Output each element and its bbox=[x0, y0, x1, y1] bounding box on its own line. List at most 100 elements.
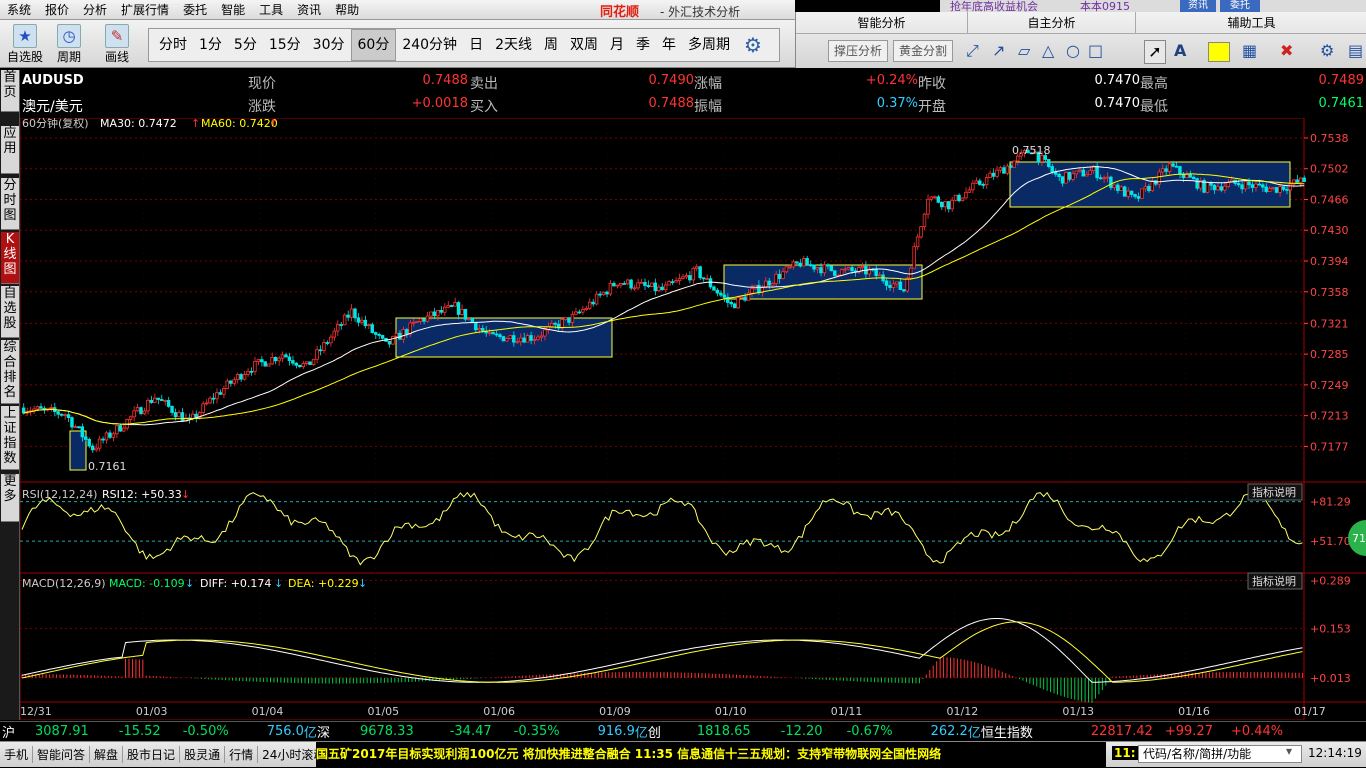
tab-home[interactable]: 首页 bbox=[1, 70, 19, 112]
candle-body bbox=[108, 432, 112, 438]
settings-gear-icon[interactable]: ⚙ bbox=[1320, 40, 1334, 62]
menu-smart[interactable]: 智能 bbox=[214, 0, 252, 20]
candle-body bbox=[94, 447, 98, 451]
candle-body bbox=[902, 289, 906, 292]
ellipse-icon[interactable]: ○ bbox=[1066, 40, 1080, 62]
period-year[interactable]: 年 bbox=[656, 30, 682, 60]
x-tick-label: 01/09 bbox=[599, 705, 631, 718]
candle-body bbox=[518, 337, 523, 343]
period-day[interactable]: 日 bbox=[463, 30, 489, 60]
menu-quote[interactable]: 报价 bbox=[38, 0, 76, 20]
bottom-tab-comment[interactable]: 解盘 bbox=[90, 746, 124, 763]
candle-body bbox=[135, 407, 140, 412]
sh-label[interactable]: 沪 bbox=[2, 722, 15, 741]
code-search-input[interactable]: 代码/名称/简拼/功能 bbox=[1138, 745, 1302, 763]
trade-button[interactable]: 委托 bbox=[1220, 0, 1260, 12]
period-week[interactable]: 周 bbox=[538, 30, 564, 60]
news-ticker[interactable]: 国五矿2017年目标实现利润100亿元 将加快推进整合融合 11:35 信息通信… bbox=[316, 742, 1106, 768]
ray-icon[interactable]: ↗ bbox=[992, 40, 1005, 62]
buy-value: 0.7488 bbox=[648, 96, 695, 111]
candle-body bbox=[615, 284, 620, 287]
candle-body bbox=[315, 349, 319, 360]
hs-label[interactable]: 恒生指数 bbox=[981, 722, 1033, 741]
tab-aux-tools[interactable]: 辅助工具 bbox=[1136, 12, 1366, 34]
more-icon[interactable]: ▤ bbox=[1348, 40, 1363, 62]
candle-body bbox=[674, 280, 678, 283]
candle-body bbox=[612, 282, 616, 287]
period-30min[interactable]: 30分 bbox=[307, 30, 351, 60]
candle-body bbox=[373, 332, 378, 335]
menu-news[interactable]: 资讯 bbox=[290, 0, 328, 20]
candle-body bbox=[984, 177, 989, 186]
draw-line-button[interactable]: ✎ 画线 bbox=[98, 22, 136, 65]
golden-section-button[interactable]: 黄金分割 bbox=[893, 40, 954, 62]
bottom-tab-mobile[interactable]: 手机 bbox=[0, 746, 34, 763]
candle-body bbox=[701, 277, 706, 280]
period-1min[interactable]: 1分 bbox=[193, 30, 228, 60]
triangle-icon[interactable]: △ bbox=[1042, 40, 1054, 62]
candle-body bbox=[567, 317, 571, 323]
self-select-button[interactable]: ★ 自选股 bbox=[6, 22, 44, 65]
tab-more[interactable]: 更多 bbox=[1, 474, 19, 522]
tab-sh-index[interactable]: 上证指数 bbox=[1, 406, 19, 470]
delete-icon[interactable]: ✖ bbox=[1280, 40, 1293, 62]
period-multi[interactable]: 多周期 bbox=[682, 30, 736, 60]
rectangle-icon[interactable]: □ bbox=[1088, 40, 1103, 62]
cy-amount: 262.2 bbox=[930, 724, 968, 739]
line-segment-icon[interactable]: ⤢ bbox=[966, 40, 979, 62]
period-button[interactable]: ◷ 周期 bbox=[50, 22, 88, 65]
candle-body bbox=[411, 321, 416, 324]
period-60min[interactable]: 60分 bbox=[350, 29, 397, 61]
candle-body bbox=[1109, 176, 1113, 188]
tab-timeshare[interactable]: 分时图 bbox=[1, 178, 19, 230]
sz-label[interactable]: 深 bbox=[317, 722, 330, 741]
menu-system[interactable]: 系统 bbox=[0, 0, 38, 20]
cy-label[interactable]: 创 bbox=[648, 722, 661, 741]
kline-chart[interactable]: 0.7538 0.7502 0.7466 0.7430 0.7394 0.7358 0.73… bbox=[20, 118, 1366, 720]
bottom-tab-diary[interactable]: 股市日记 bbox=[123, 746, 181, 763]
tab-smart-analysis[interactable]: 智能分析 bbox=[796, 12, 968, 34]
menu-help[interactable]: 帮助 bbox=[328, 0, 366, 20]
candle-body bbox=[839, 269, 844, 276]
cursor-icon[interactable]: ➚ bbox=[1144, 40, 1166, 64]
clock-icon: ◷ bbox=[57, 24, 81, 48]
period-2day[interactable]: 2天线 bbox=[489, 30, 538, 60]
symbol-code: AUDUSD bbox=[22, 73, 84, 88]
text-icon[interactable]: A bbox=[1174, 40, 1186, 62]
search-dropdown-icon[interactable]: ▾ bbox=[1286, 744, 1292, 758]
x-tick-label: 01/16 bbox=[1178, 705, 1210, 718]
candle-body bbox=[332, 330, 336, 338]
tab-ranking[interactable]: 综合排名 bbox=[1, 340, 19, 404]
period-2week[interactable]: 双周 bbox=[564, 30, 604, 60]
bottom-tab-market[interactable]: 行情 bbox=[225, 746, 259, 763]
highlight-icon[interactable]: ▦ bbox=[1242, 40, 1257, 62]
tab-apps[interactable]: 应用 bbox=[1, 126, 19, 174]
candle-body bbox=[549, 322, 554, 328]
color-swatch-icon[interactable] bbox=[1208, 42, 1230, 62]
candle-body bbox=[1074, 170, 1079, 175]
menu-extended[interactable]: 扩展行情 bbox=[114, 0, 176, 20]
period-240min[interactable]: 240分钟 bbox=[396, 30, 463, 60]
candle-body bbox=[1195, 178, 1199, 189]
tab-self-select[interactable]: 自选股 bbox=[1, 286, 19, 338]
support-resistance-button[interactable]: 撑压分析 bbox=[828, 40, 889, 62]
menu-tools[interactable]: 工具 bbox=[252, 0, 290, 20]
menu-trade[interactable]: 委托 bbox=[176, 0, 214, 20]
news-button[interactable]: 资讯 bbox=[1180, 0, 1216, 12]
menu-analysis[interactable]: 分析 bbox=[76, 0, 114, 20]
period-month[interactable]: 月 bbox=[604, 30, 630, 60]
tab-kline[interactable]: K线图 bbox=[1, 232, 19, 284]
period-timeshare[interactable]: 分时 bbox=[153, 30, 193, 60]
x-tick-label: 01/12 bbox=[947, 705, 979, 718]
bottom-tab-stockinfo[interactable]: 股灵通 bbox=[180, 746, 226, 763]
period-season[interactable]: 季 bbox=[630, 30, 656, 60]
candle-body bbox=[643, 281, 647, 286]
gear-icon[interactable]: ⚙ bbox=[744, 33, 762, 57]
bottom-tab-qa[interactable]: 智能问答 bbox=[33, 746, 91, 763]
tab-self-analysis[interactable]: 自主分析 bbox=[968, 12, 1136, 34]
period-5min[interactable]: 5分 bbox=[228, 30, 263, 60]
candle-body bbox=[1188, 174, 1192, 178]
candle-body bbox=[1278, 186, 1282, 193]
channel-icon[interactable]: ▱ bbox=[1018, 40, 1030, 62]
period-15min[interactable]: 15分 bbox=[263, 30, 307, 60]
